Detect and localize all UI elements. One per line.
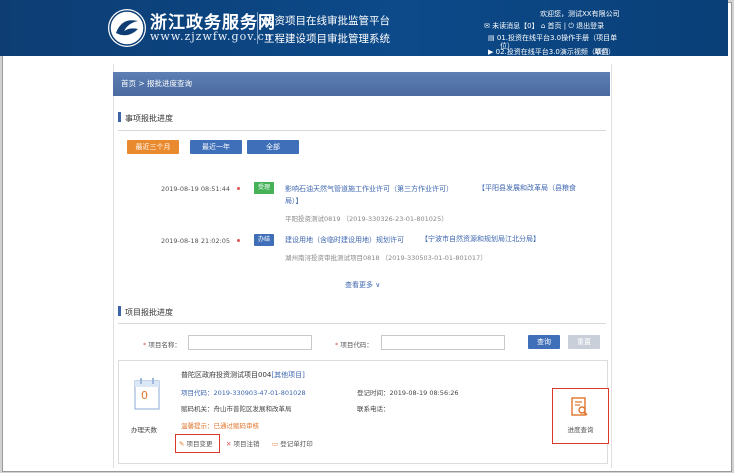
item-name-link[interactable]: 建设用地（含临时建设用地）规划许可 — [285, 235, 404, 245]
reset-button[interactable]: 重置 — [568, 335, 600, 349]
search-button[interactable]: 查询 — [528, 335, 560, 349]
cancel-icon: ✕ — [226, 440, 232, 448]
section-title: 事项报批进度 — [125, 114, 173, 123]
section-approval-progress: 事项报批进度 — [118, 112, 173, 126]
logout-icon: ⏻ — [568, 22, 574, 30]
project-cancel-label: 项目注销 — [233, 440, 260, 448]
site-logo-icon — [108, 9, 146, 47]
contact-phone: 联系电话： — [357, 405, 390, 413]
video-icon: ▶ — [488, 48, 494, 56]
timeline-dot — [237, 187, 240, 190]
section-divider — [118, 130, 606, 131]
project-type: [其他项目] — [271, 371, 305, 379]
item-time: 2019-08-19 08:51:44 — [161, 185, 231, 193]
logout-link[interactable]: 退出登录 — [576, 22, 604, 31]
view-more-link[interactable]: 查看更多 ∨ — [345, 280, 380, 290]
document-icon: ▤ — [488, 34, 495, 42]
item-dept-cont: 局）】 — [285, 197, 303, 205]
filter-all-button[interactable]: 全部 — [247, 140, 299, 154]
print-register-label: 登记单打印 — [280, 440, 313, 448]
days-label: 办理天数 — [131, 426, 157, 434]
progress-search-icon — [571, 397, 588, 416]
print-icon: ▭ — [272, 440, 279, 448]
manual2-cont: 单位） — [594, 48, 615, 56]
manual1-label: 01.投资在线平台3.0操作手册（项目单 — [496, 34, 618, 42]
item-dept: 【宁波市自然资源和规划局江北分局】 — [421, 235, 540, 243]
status-badge: 受理 — [254, 182, 274, 194]
project-change-label: 项目变更 — [186, 440, 213, 448]
project-change-button[interactable]: ✎ 项目变更 — [179, 438, 213, 448]
project-cancel-button[interactable]: ✕ 项目注销 — [226, 438, 260, 448]
project-name-input[interactable] — [188, 335, 312, 350]
filter-3-months-button[interactable]: 最近三个月 — [127, 140, 179, 154]
tip-text: 温馨提示：已通过赋码审核 — [181, 422, 259, 430]
message-icon: ✉ — [484, 22, 490, 30]
item-time: 2019-08-18 21:02:05 — [161, 237, 231, 245]
system-name-1: 投资项目在线审批监管平台 — [264, 15, 390, 27]
section-title: 项目报批进度 — [125, 308, 173, 317]
progress-query-label: 进度查询 — [567, 426, 594, 434]
manual2-label: 02.投资在线平台3.0演示视频（项目 — [495, 48, 609, 56]
section-project-progress: 项目报批进度 — [118, 306, 173, 320]
item-name-link[interactable]: 影响石油天然气管道施工作业许可（第三方作业许可） — [285, 184, 453, 194]
status-badge: 办结 — [254, 234, 274, 246]
site-url: www.zjzwfw.gov.cn — [150, 30, 273, 43]
project-code-input[interactable] — [381, 335, 505, 350]
manual2-link[interactable]: ▶ 02.投资在线平台3.0演示视频（项目 — [488, 48, 609, 57]
section-marker — [118, 306, 121, 316]
welcome-text: 欢迎您，测试XX有限公司 — [540, 10, 620, 18]
project-code-label: * 项目代码： — [335, 341, 373, 349]
system-name-2: 工程建设项目审批管理系统 — [264, 33, 390, 45]
progress-query-button[interactable]: 进度查询 — [552, 388, 609, 444]
filter-1-year-button[interactable]: 最近一年 — [190, 140, 242, 154]
edit-icon: ✎ — [179, 440, 185, 448]
register-time: 登记时间：2019-08-19 08:56:26 — [357, 389, 459, 397]
section-divider — [118, 323, 606, 324]
home-link[interactable]: 首页 — [548, 22, 562, 31]
project-title: 普陀区政府投资测试项目004[其他项目] — [181, 370, 305, 380]
project-name-label-text: 项目名称： — [148, 341, 181, 349]
print-register-button[interactable]: ▭ 登记单打印 — [272, 438, 313, 448]
home-icon: ⌂ — [540, 22, 546, 30]
breadcrumb: 首页 > 报批进度查询 — [113, 72, 610, 96]
timeline-dot — [237, 239, 240, 242]
item-project: 湖州南浔投资审批测试项目0818 （2019-330503-01-01-8010… — [285, 254, 487, 262]
project-code: 项目代码：2019-330903-47-01-801028 — [181, 389, 306, 397]
coding-org: 赋码机关：舟山市普陀区发展和改革局 — [181, 405, 292, 413]
project-code-label-text: 项目代码： — [340, 341, 373, 349]
header-divider — [257, 12, 258, 44]
project-name-label: * 项目名称： — [143, 341, 181, 349]
project-title-text: 普陀区政府投资测试项目004 — [181, 371, 272, 379]
breadcrumb-text: 首页 > 报批进度查询 — [121, 79, 193, 88]
section-marker — [118, 112, 121, 122]
days-count: 0 — [141, 389, 148, 402]
item-project: 平阳投资测试0819 （2019-330326-23-01-801025） — [285, 215, 448, 223]
item-dept: 【平阳县发展和改革局（县粮食 — [478, 184, 576, 192]
unread-messages-link[interactable]: 未读消息【0】 — [492, 22, 538, 31]
user-links: ✉ 未读消息【0】 ⌂ 首页 | ⏻ 退出登录 — [484, 22, 605, 31]
